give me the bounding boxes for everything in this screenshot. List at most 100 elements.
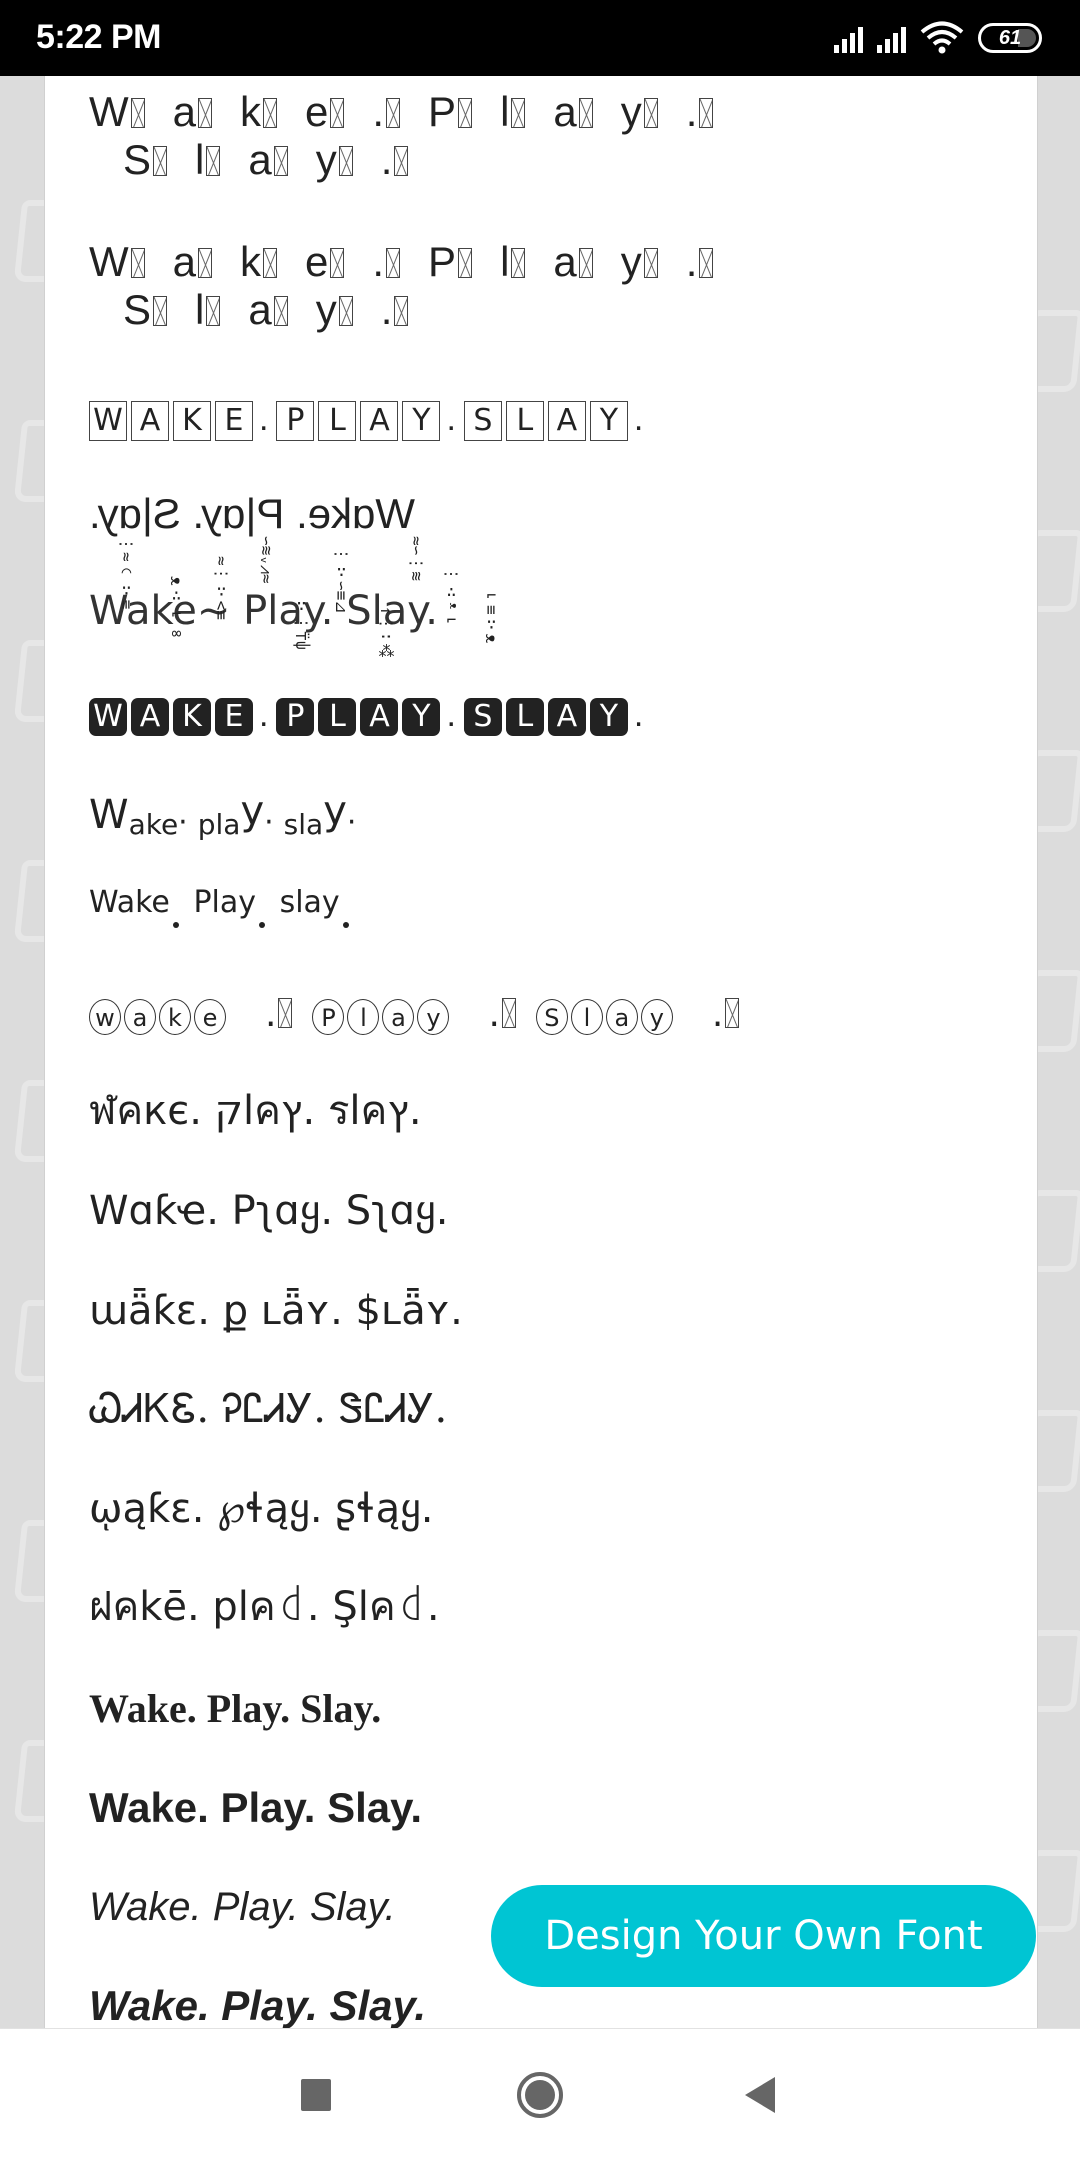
zalgo-combining-marks: ⋮≈⌒∵≡ (117, 536, 136, 610)
zalgo-combining-marks: ≈∽⋮≋ (407, 536, 426, 581)
missing-glyph-box (501, 998, 516, 1028)
missing-glyph-box (263, 248, 278, 278)
font-sample-sans-bold-italic[interactable]: Wake. Play. Slay. (89, 1982, 426, 2028)
glyph: e (305, 238, 329, 285)
font-sample-ancient[interactable]: ᏇᏗᏦᏋ. ᎮᏝᏗᎩ. ᏕᏝᏗᎩ. (89, 1386, 447, 1432)
font-sample-negative-squared[interactable]: WAKE.PLAY.SLAY. (89, 690, 651, 736)
navigation-bar (0, 2028, 1080, 2161)
font-sample-mirrored[interactable]: Wɑke. P|ɑy. S|ɑy. (89, 490, 415, 538)
sub-dot: · (264, 805, 274, 840)
tofu-line: Wake.Play. (89, 238, 741, 286)
sub-sla: sla (283, 808, 324, 841)
mirrored-text: Wɑke. P|ɑy. S|ɑy. (89, 490, 416, 537)
glyph: P (428, 88, 457, 135)
missing-glyph-box (330, 248, 345, 278)
squared-letter: A (131, 401, 169, 441)
zalgo-combining-marks: ≈⋮∵<≡ (212, 556, 231, 620)
circled-letter: e (194, 999, 226, 1035)
battery-icon: 61 (978, 23, 1042, 53)
sub-w: W (89, 792, 129, 838)
font-sample-curly[interactable]: Wɑƙҽ. Pʅɑყ. Sʅɑყ. (89, 1188, 448, 1234)
squared-letter: S (463, 401, 502, 441)
missing-glyph-box (511, 98, 526, 128)
separator: . (259, 696, 269, 734)
missing-glyph-box (198, 98, 213, 128)
squared-letter: W (89, 401, 127, 441)
missing-glyph-box (643, 98, 658, 128)
font-sample-squared[interactable]: WAKE.PLAY.SLAY. (89, 394, 651, 441)
zalgo-combining-marks: ⋮∴ᵜ⌐ (442, 566, 461, 630)
font-sample-thai-2[interactable]: ฝคkē. plค꒯. Şlค꒯. (89, 1584, 440, 1630)
separator: . (446, 400, 456, 438)
glyph: k (240, 238, 262, 285)
glyph: W (89, 238, 129, 285)
circled-letter: y (640, 999, 673, 1035)
glyph: e (305, 88, 329, 135)
glyph: . (685, 238, 698, 285)
squared-letter: L (505, 401, 544, 441)
negative-squared-letter: A (547, 698, 586, 736)
circled-letter: y (417, 999, 450, 1035)
squared-letter: E (215, 401, 253, 441)
missing-glyph-box (725, 998, 740, 1028)
squared-letter: L (318, 401, 357, 441)
status-bar: 5:22 PM 61 (0, 0, 1080, 76)
font-sample-zalgo[interactable]: Wake~ Play. Slay. ⋮≈⌒∵≡ ᴥ∴⌐∞ ≈⋮∵<≡ ∽≋ᵥ⩘≈ ∵⋮⍡… (89, 536, 509, 706)
signal-icon (877, 23, 906, 53)
home-icon (517, 2072, 563, 2118)
status-icons: 61 (834, 20, 1042, 56)
font-sample-hooked[interactable]: ῳąƙɛ. ℘ɬąყ. ʂɬąყ. (89, 1486, 434, 1532)
glyph: a (553, 88, 577, 135)
missing-glyph-box (386, 98, 401, 128)
font-sample-sans-italic[interactable]: Wake. Play. Slay. (89, 1884, 396, 1930)
negative-squared-letter: Y (589, 698, 628, 736)
tofu-line: Wake.Play. (89, 88, 741, 136)
tofu-line: Slay. (89, 136, 741, 184)
font-sample-diaeresis[interactable]: ɯǟƙɛ. ք ʟǟʏ. $ʟǟʏ. (89, 1288, 463, 1334)
squared-letter: P (276, 401, 315, 441)
glyph: y (315, 136, 337, 184)
missing-glyph-box (458, 248, 473, 278)
missing-glyph-box (394, 296, 409, 327)
negative-squared-letter: Y (402, 698, 441, 736)
font-sample-tofu-1[interactable]: Wake.Play.Slay. (89, 88, 741, 185)
missing-glyph-box (338, 296, 353, 327)
zalgo-combining-marks: ᴥ∴⌐∞ (167, 576, 186, 643)
wifi-icon (920, 21, 964, 54)
font-sample-low-dot[interactable]: Wake Play slay (89, 885, 354, 928)
negative-squared-letter: K (173, 698, 211, 736)
recents-button[interactable] (256, 2029, 376, 2161)
font-sample-thai-style[interactable]: ฬคкє. קlคץ. รlคץ. (89, 1088, 422, 1134)
negative-squared-letter: W (89, 698, 127, 736)
glyph: y (315, 286, 337, 334)
glyph: l (195, 136, 205, 184)
missing-glyph-box (206, 296, 221, 327)
font-sample-subscript[interactable]: Wake· play· slay· (89, 788, 366, 841)
glyph: a (172, 88, 197, 135)
squared-letter: Y (402, 401, 441, 441)
missing-glyph-box (330, 98, 345, 128)
glyph: l (500, 238, 510, 285)
font-sample-circled[interactable]: wake.Play.Slay. (89, 994, 759, 1035)
missing-glyph-box (338, 146, 353, 177)
glyph: P (428, 238, 457, 285)
font-list: Wake.Play.Slay. Wake.Play.Slay. WAKE.PLA… (44, 76, 1038, 2028)
home-button[interactable] (480, 2029, 600, 2161)
separator: . (488, 994, 500, 1035)
missing-glyph-box (278, 998, 293, 1028)
missing-glyph-box (386, 248, 401, 278)
glyph: y (620, 238, 642, 285)
circled-letter: l (347, 999, 380, 1035)
status-time: 5:22 PM (36, 18, 162, 56)
glyph: W (89, 88, 129, 135)
design-your-own-font-button[interactable]: Design Your Own Font (491, 1885, 1036, 1987)
font-sample-tofu-2[interactable]: Wake.Play.Slay. (89, 238, 741, 335)
back-button[interactable] (700, 2029, 820, 2161)
squared-letter: Y (589, 401, 628, 441)
font-sample-serif-bold[interactable]: Wake. Play. Slay. (89, 1686, 381, 1732)
font-sample-sans-bold[interactable]: Wake. Play. Slay. (89, 1784, 422, 1832)
glyph: y (620, 88, 642, 135)
missing-glyph-box (130, 248, 145, 278)
missing-glyph-box (153, 146, 168, 177)
negative-squared-letter: S (463, 698, 502, 736)
